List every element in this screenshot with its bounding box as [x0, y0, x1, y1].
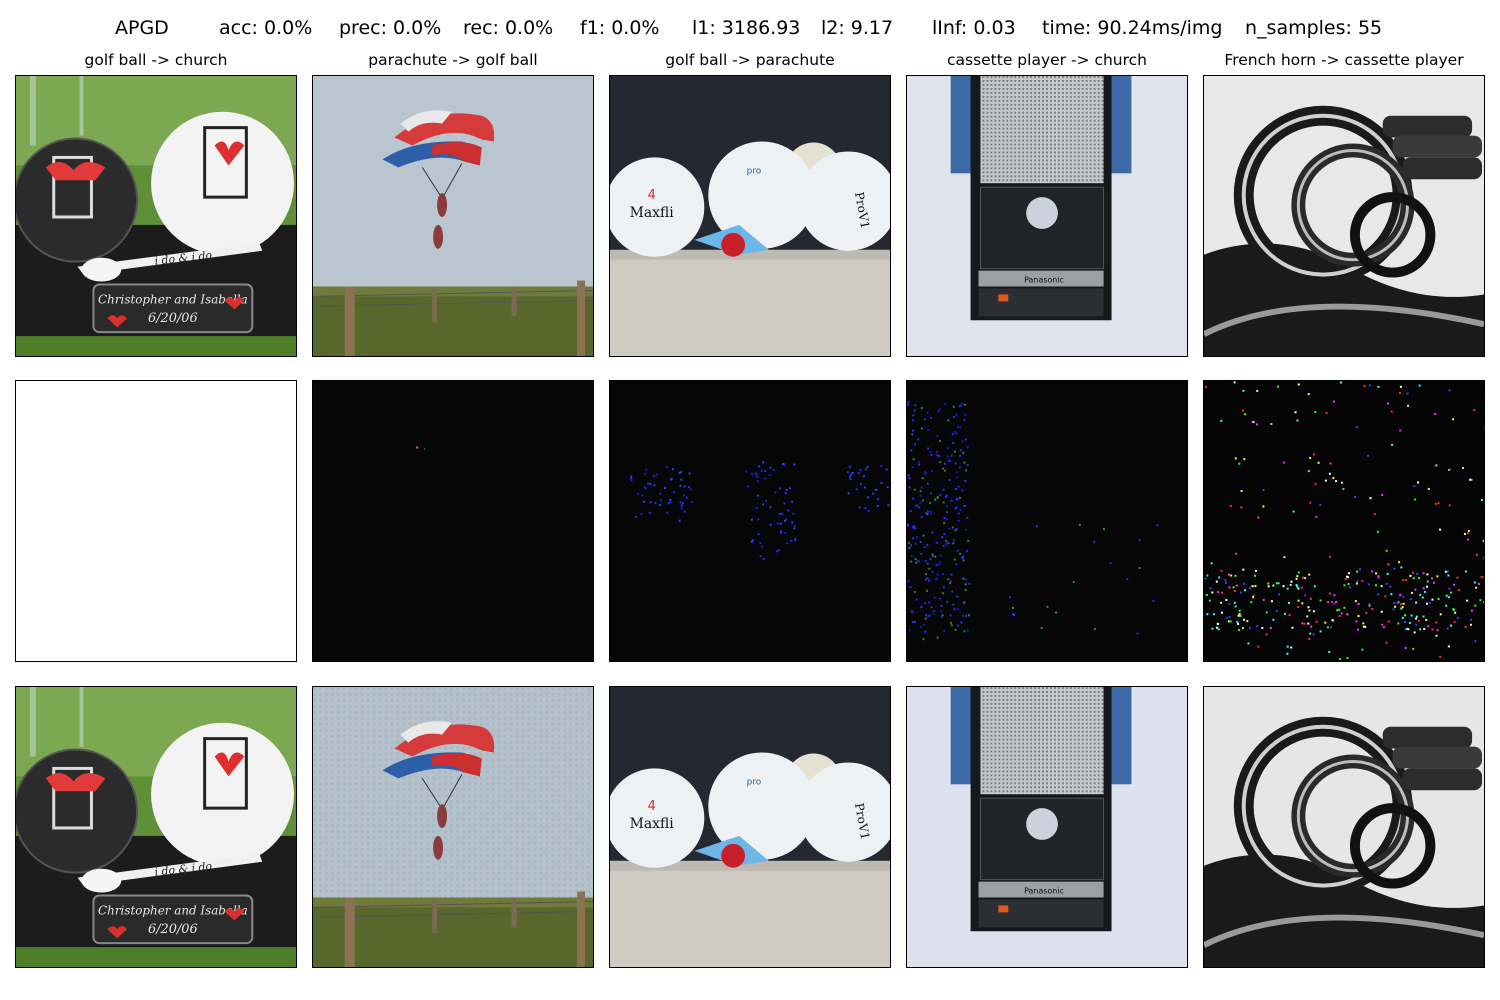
french-horn-adversarial-picture — [1204, 687, 1484, 967]
svg-text:Panasonic: Panasonic — [1024, 276, 1064, 285]
perturbation-parachute — [312, 380, 594, 662]
svg-text:Christopher and Isabella: Christopher and Isabella — [98, 903, 248, 917]
adversarial-image-parachute — [312, 686, 594, 968]
column-title-2: parachute -> golf ball — [368, 51, 538, 69]
n-samples-stat: n_samples: 55 — [1245, 17, 1383, 39]
original-image-french-horn — [1203, 75, 1485, 357]
svg-text:Christopher and Isabella: Christopher and Isabella — [98, 292, 248, 306]
recall-stat: rec: 0.0% — [463, 17, 554, 39]
svg-text:pro: pro — [747, 166, 762, 176]
svg-text:pro: pro — [747, 777, 762, 787]
perturbation-french-horn — [1203, 380, 1485, 662]
golf-balls-adversarial-picture: 4 Maxfli pro ProV1 — [610, 687, 890, 967]
original-image-cassette-player: Panasonic — [906, 75, 1188, 357]
perturbation-golf-balls-noise — [630, 461, 890, 561]
golf-balls-picture: 4 Maxfli pro ProV1 — [610, 76, 890, 356]
column-title-5: French horn -> cassette player — [1224, 51, 1464, 69]
golf-ball-plaque-adversarial-picture: i do & i do Christopher and Isabella 6/2… — [16, 687, 296, 967]
french-horn-picture — [1204, 76, 1484, 356]
svg-text:6/20/06: 6/20/06 — [148, 922, 198, 937]
perturbation-golf-balls — [609, 380, 891, 662]
parachute-adversarial-picture — [313, 687, 593, 967]
original-image-parachute — [312, 75, 594, 357]
method-label: APGD — [115, 17, 169, 39]
adversarial-image-cassette-player: Panasonic — [906, 686, 1188, 968]
l2-stat: l2: 9.17 — [821, 17, 894, 39]
adversarial-image-golf-balls: 4 Maxfli pro ProV1 — [609, 686, 891, 968]
column-title-3: golf ball -> parachute — [665, 51, 835, 69]
perturbation-parachute-noise — [416, 446, 426, 450]
svg-text:Maxfli: Maxfli — [630, 205, 675, 221]
column-title-1: golf ball -> church — [84, 51, 228, 69]
adversarial-image-french-horn — [1203, 686, 1485, 968]
time-stat: time: 90.24ms/img — [1042, 17, 1223, 39]
perturbation-cassette-noise — [907, 401, 1159, 641]
cassette-player-picture: Panasonic — [907, 76, 1187, 356]
l1-stat: l1: 3186.93 — [692, 17, 801, 39]
cassette-player-adversarial-picture: Panasonic — [907, 687, 1187, 967]
svg-text:6/20/06: 6/20/06 — [148, 311, 198, 326]
svg-text:4: 4 — [648, 799, 656, 814]
adversarial-image-golf-ball: i do & i do Christopher and Isabella 6/2… — [15, 686, 297, 968]
svg-text:Maxfli: Maxfli — [630, 816, 675, 832]
golf-ball-plaque-picture: i do & i do Christopher and Isabella 6/2… — [16, 76, 296, 356]
parachute-picture — [313, 76, 593, 356]
f1-stat: f1: 0.0% — [580, 17, 660, 39]
column-title-4: cassette player -> church — [946, 51, 1148, 69]
linf-stat: lInf: 0.03 — [932, 17, 1016, 39]
perturbation-cassette-player — [906, 380, 1188, 662]
precision-stat: prec: 0.0% — [339, 17, 442, 39]
original-image-golf-ball: i do & i do Christopher and Isabella 6/2… — [15, 75, 297, 357]
perturbation-golf-ball — [15, 380, 297, 662]
perturbation-french-horn-noise — [1204, 381, 1484, 660]
svg-text:Panasonic: Panasonic — [1024, 887, 1064, 896]
accuracy-stat: acc: 0.0% — [219, 17, 313, 39]
original-image-golf-balls: 4 Maxfli pro ProV1 — [609, 75, 891, 357]
svg-text:4: 4 — [648, 188, 656, 203]
